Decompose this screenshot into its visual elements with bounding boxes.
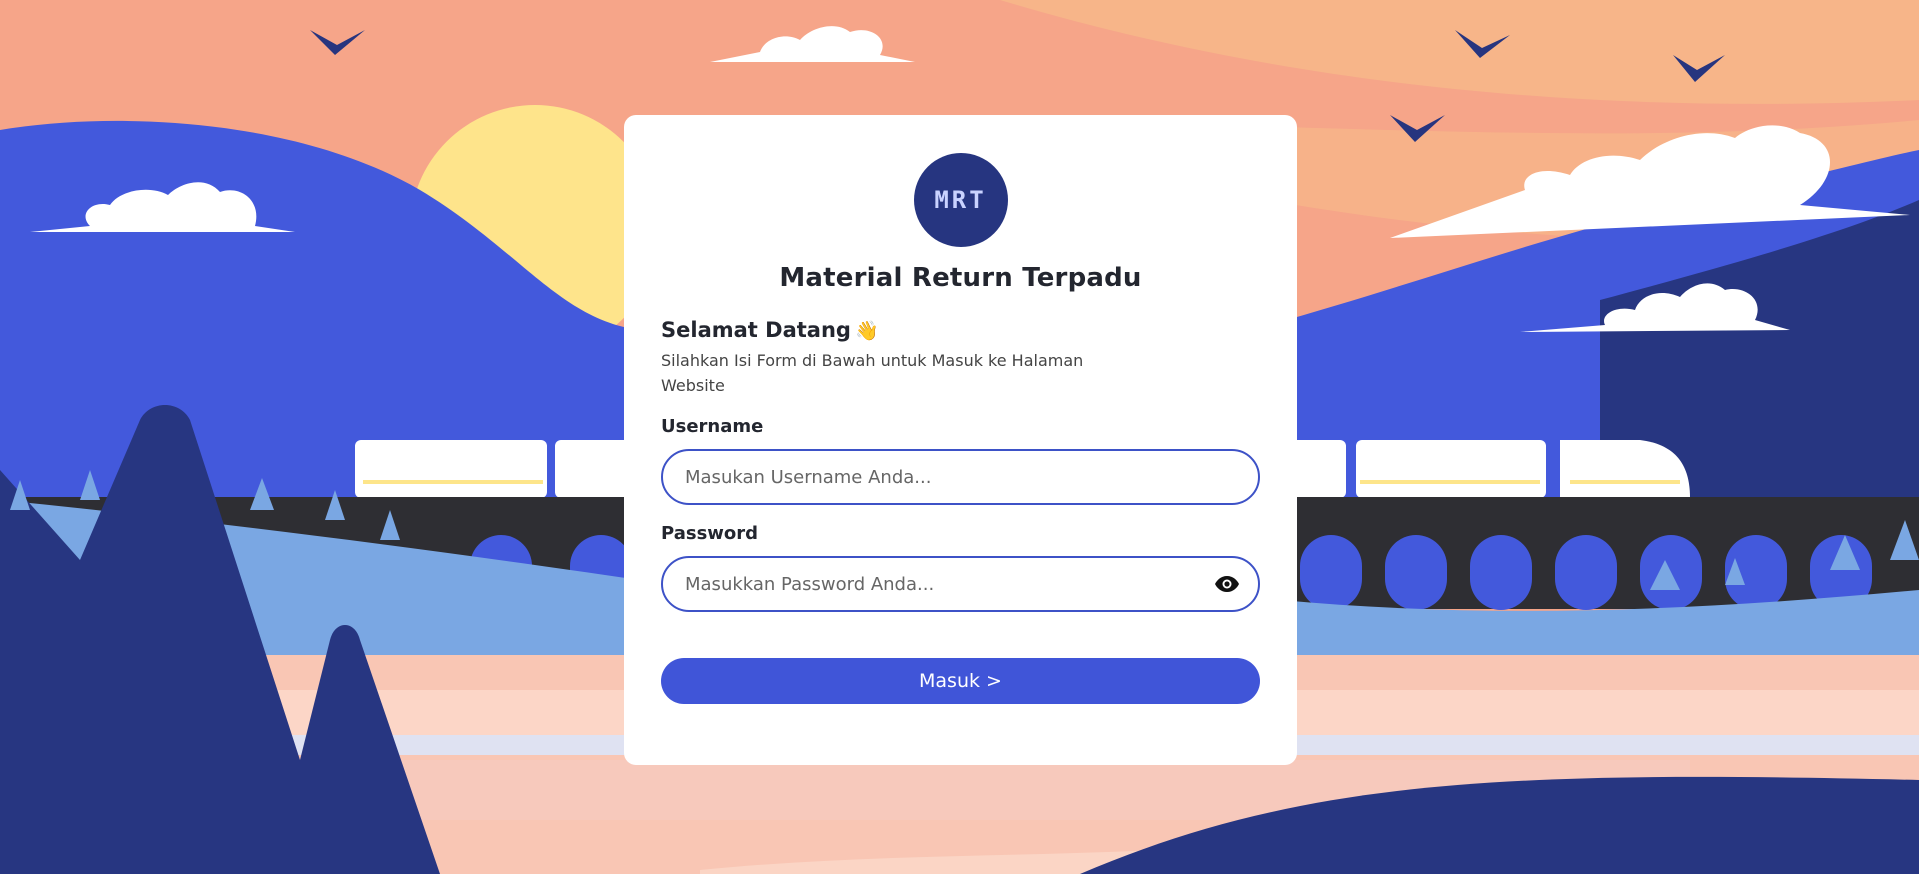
login-card: MRT Material Return Terpadu Selamat Data…	[624, 115, 1297, 765]
app-title: Material Return Terpadu	[779, 263, 1142, 293]
app-logo: MRT	[913, 153, 1008, 247]
login-button[interactable]: Masuk >	[661, 658, 1260, 704]
eye-icon[interactable]	[1214, 574, 1240, 594]
welcome-heading: Selamat Datang 👋	[661, 318, 1260, 342]
password-input[interactable]	[683, 572, 1214, 596]
welcome-heading-text: Selamat Datang	[661, 318, 851, 342]
waving-hand-icon: 👋	[854, 320, 879, 342]
username-input[interactable]	[683, 465, 1240, 489]
password-label: Password	[661, 523, 759, 544]
username-field[interactable]	[661, 449, 1260, 505]
welcome-subtitle: Silahkan Isi Form di Bawah untuk Masuk k…	[661, 351, 1084, 395]
username-label: Username	[661, 416, 764, 437]
password-field[interactable]	[661, 556, 1260, 612]
